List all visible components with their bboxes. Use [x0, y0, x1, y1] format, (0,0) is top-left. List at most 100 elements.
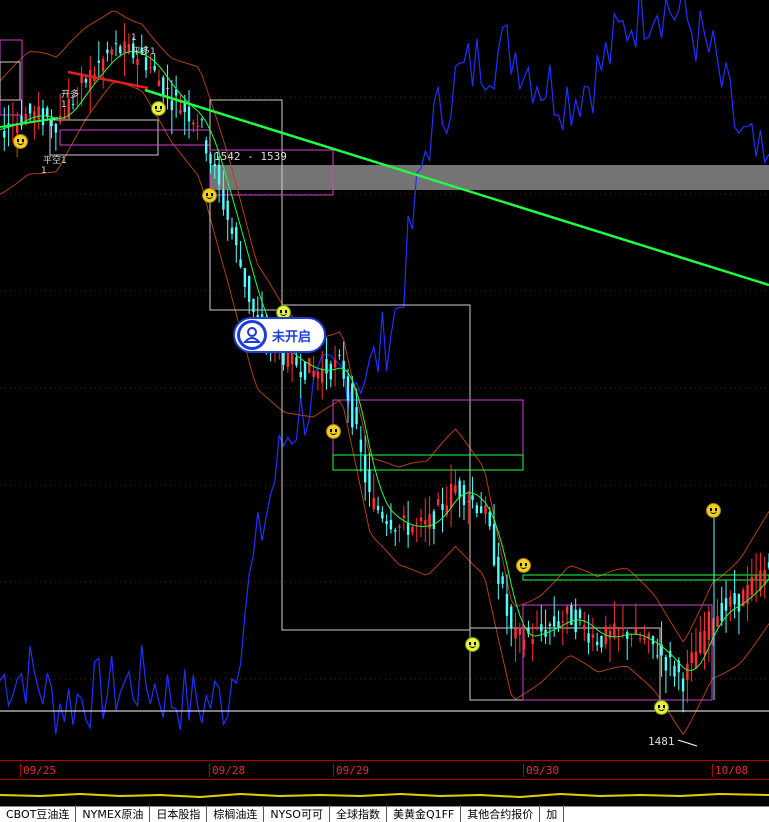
candle-body [630, 638, 633, 640]
candle-body [535, 627, 539, 629]
candle-body [415, 522, 418, 524]
price-chart[interactable] [0, 0, 769, 760]
x-tick-label: 09/30 [523, 764, 559, 777]
smiley-signal-icon[interactable] [516, 558, 531, 573]
candle-body [303, 361, 307, 380]
candle-body [475, 505, 479, 514]
candle-body [162, 77, 165, 97]
candle-body [136, 58, 139, 65]
candle-body [295, 357, 298, 366]
candle-body [578, 609, 582, 619]
candle-body [299, 371, 302, 378]
candle-body [454, 485, 457, 494]
candle-body [351, 383, 354, 428]
candle-body [707, 611, 711, 641]
tab-add[interactable]: 加 [540, 807, 565, 822]
candle-body [200, 119, 204, 121]
candle-body [673, 666, 676, 677]
x-tick-label: 09/28 [209, 764, 245, 777]
candle-body [114, 43, 118, 45]
candle-body [217, 164, 221, 185]
candle-body [656, 655, 659, 657]
candle-body [213, 164, 217, 167]
candle-body [595, 641, 599, 646]
smiley-signal-icon[interactable] [13, 134, 28, 149]
time-axis: 09/25 09/28 09/29 09/30 10/08 [0, 760, 769, 780]
signal-box [281, 304, 471, 631]
tab-other-quotes[interactable]: 其他合约报价 [461, 807, 541, 822]
candle-body [359, 439, 363, 452]
candle-body [406, 523, 410, 535]
smiley-signal-icon[interactable] [465, 637, 480, 652]
candle-body [235, 227, 238, 246]
candle-body [149, 67, 152, 69]
tab-nymex-crude[interactable]: NYMEX原油 [76, 807, 151, 822]
candle-body [703, 630, 706, 655]
candle-body [608, 630, 612, 639]
candle-body [321, 368, 324, 383]
signal-box [49, 119, 159, 156]
candle-body [437, 499, 440, 506]
candle-body [389, 519, 393, 530]
tab-us-gold[interactable]: 美黄金Q1FF [387, 807, 462, 822]
candle-body [37, 106, 40, 120]
candle-body [531, 638, 534, 644]
candle-body [510, 606, 513, 629]
tab-palm-oil[interactable]: 棕榈油连 [207, 807, 265, 822]
candle-body [458, 480, 461, 498]
candle-body [750, 577, 754, 595]
candle-body [355, 407, 358, 425]
bollinger-upper-line [0, 10, 769, 643]
candle-body [561, 621, 564, 623]
strategy-status-badge[interactable]: 未开启 [233, 317, 326, 353]
smiley-signal-icon[interactable] [654, 700, 669, 715]
candle-body [501, 576, 504, 584]
candle-body [591, 634, 595, 638]
tab-cbot-soy-oil[interactable]: CBOT豆油连 [0, 807, 77, 822]
candle-body [316, 371, 320, 379]
candle-body [153, 65, 156, 71]
candle-body [3, 131, 6, 138]
candle-body [110, 49, 113, 55]
candle-body [664, 656, 668, 671]
candle-body [80, 75, 83, 84]
comparison-series-line [0, 0, 769, 735]
candle-body [28, 103, 32, 114]
candle-body [492, 524, 496, 566]
candle-body [484, 505, 487, 515]
smiley-signal-icon[interactable] [202, 188, 217, 203]
status-text: 未开启 [272, 329, 312, 345]
candle-body [699, 631, 702, 653]
candle-body [54, 124, 58, 133]
candle-body [170, 100, 174, 111]
candle-body [488, 512, 491, 527]
candle-body [694, 651, 698, 669]
candle-body [518, 627, 522, 635]
smiley-signal-icon[interactable] [151, 101, 166, 116]
candle-body [617, 629, 620, 631]
tab-nyso-cocoa[interactable]: NYSO可可 [264, 807, 330, 822]
candle-body [247, 276, 251, 302]
annotation-close-short: 平空1 [43, 156, 67, 166]
signal-box [332, 454, 524, 471]
candle-body [192, 122, 195, 125]
smiley-signal-icon[interactable] [326, 424, 341, 439]
candle-body [58, 115, 62, 123]
candle-body [626, 632, 629, 639]
tab-global-index[interactable]: 全球指数 [330, 807, 387, 822]
candle-body [325, 359, 328, 374]
candle-body [587, 633, 590, 643]
smiley-signal-icon[interactable] [706, 503, 721, 518]
chart-area[interactable]: 1542 - 1539 1481 开多 1 平空1 1 平多1 1 未开启 [0, 0, 769, 760]
tab-japan-index[interactable]: 日本股指 [150, 807, 208, 822]
candle-body [166, 87, 169, 89]
candle-body [424, 520, 427, 525]
range-label: 1542 - 1539 [214, 150, 287, 163]
candle-body [600, 636, 603, 648]
candle-body [497, 557, 500, 584]
candle-body [333, 360, 337, 368]
candle-body [398, 526, 401, 528]
candle-body [97, 60, 101, 63]
candle-body [449, 484, 453, 508]
candle-body [522, 640, 526, 650]
